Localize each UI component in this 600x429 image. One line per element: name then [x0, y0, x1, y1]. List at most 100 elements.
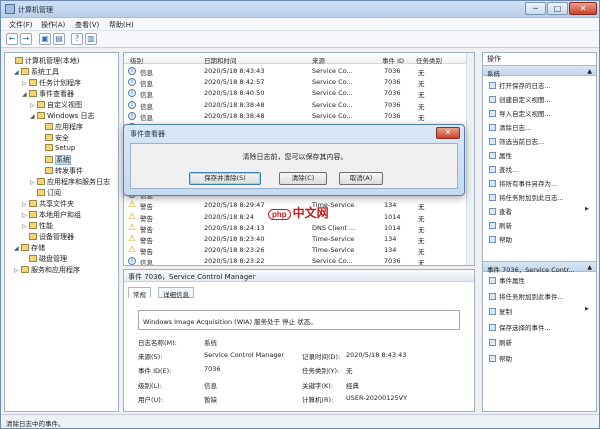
watermark-text: 中文网 [292, 206, 329, 220]
column-event-id[interactable]: 事件 ID [382, 55, 404, 65]
cell-date: 2020/5/18 8:29:47 [204, 201, 265, 210]
table-row[interactable]: i 信息 2020/5/18 8:38:48 Service Co... 7036 无 [124, 110, 466, 122]
table-row[interactable]: ⚠ 警告 2020/5/18 8:23:40 Time-Service 134 无 [124, 233, 466, 246]
field-key: 用户(U): [138, 396, 164, 404]
minimize-button[interactable]: ─ [525, 2, 546, 15]
actions-section-system[interactable]: 系统 ▲ [483, 65, 596, 78]
dialog-body: 清除日志前，您可以保存其内容。 保存并清除(S) 清除(C) 取消(A) [130, 143, 458, 189]
action-item[interactable]: 刷新 [489, 220, 512, 230]
tree-item[interactable]: 转发事件 [38, 166, 83, 176]
tree-item[interactable]: 应用程序 [38, 122, 83, 132]
tree-item[interactable]: ▷ 应用程序和服务日志 [30, 177, 110, 187]
action-item[interactable]: 导入自定义视图... [489, 108, 551, 118]
view-icon[interactable]: ▤ [53, 33, 65, 45]
menu-view[interactable]: 查看(V) [75, 20, 99, 30]
save-and-clear-button[interactable]: 保存并清除(S) [189, 172, 261, 185]
tree-item[interactable]: 订阅 [30, 188, 61, 198]
action-item[interactable]: 查找... [489, 164, 518, 174]
tree-item[interactable]: 安全 [38, 133, 69, 143]
table-row[interactable]: i 信息 2020/5/18 8:42:57 Service Co... 7036 无 [124, 76, 466, 88]
action-item[interactable]: 将所有事件另存为... [489, 178, 557, 188]
menu-file[interactable]: 文件(F) [9, 20, 33, 30]
tab-general[interactable]: 常规 [128, 287, 151, 299]
cell-id: 1014 [384, 223, 401, 232]
tree-item[interactable]: ▷ 任务计划程序 [22, 78, 81, 88]
storage-icon [21, 244, 29, 251]
column-source[interactable]: 来源 [312, 55, 325, 65]
cancel-button[interactable]: 取消(A) [339, 172, 383, 185]
action-icon [489, 138, 496, 145]
actions-section-event[interactable]: 事件 7036，Service Contr... ▲ [483, 261, 596, 274]
tree-item[interactable]: 计算机管理(本地) [8, 56, 79, 66]
tree-item[interactable]: ▷ 本地用户和组 [22, 210, 81, 220]
action-item[interactable]: 查看 ▶ [489, 206, 589, 216]
tree-item[interactable]: ◢ 事件查看器 [22, 89, 74, 99]
action-item[interactable]: 帮助 [489, 234, 512, 244]
menu-help[interactable]: 帮助(H) [109, 20, 134, 30]
action-item[interactable]: 保存选择的事件... [489, 322, 551, 332]
tree-item[interactable]: ◢ 存储 [14, 243, 45, 253]
action-item[interactable]: 属性 [489, 150, 512, 160]
back-icon[interactable]: ← [6, 33, 18, 45]
action-item[interactable]: 将任务附加到此日志... [489, 192, 564, 202]
action-icon [489, 292, 496, 300]
info-icon: i [128, 111, 136, 120]
tree-item[interactable]: Setup [38, 144, 75, 152]
info-icon: i [128, 100, 136, 109]
help-icon[interactable]: ? [71, 33, 83, 45]
tree-item-system-log[interactable]: 系统 [38, 155, 71, 165]
action-item[interactable]: 清除日志... [489, 122, 531, 132]
tree-item[interactable]: ▷ 自定义视图 [30, 100, 82, 110]
column-level[interactable]: 级别 [130, 55, 143, 65]
tree-item[interactable]: ◢ 系统工具 [14, 67, 59, 77]
field-key: 计算机(R): [302, 396, 334, 404]
tree-item[interactable]: ▷ 服务和应用程序 [14, 265, 80, 275]
table-row[interactable]: i 信息 2020/5/18 8:23:22 Service Co... 7036 无 [124, 255, 466, 266]
action-item[interactable]: 刷新 [489, 337, 512, 347]
table-row[interactable]: ⚠ 警告 2020/5/18 8:24:13 DNS Client ... 1014 无 [124, 222, 466, 234]
table-row[interactable]: i 信息 2020/5/18 8:38:48 Service Co... 7036 无 [124, 99, 466, 111]
console-tree-icon[interactable]: ▣ [39, 33, 51, 45]
clear-button[interactable]: 清除(C) [279, 172, 327, 185]
column-task[interactable]: 任务类别 [416, 55, 442, 65]
disk-icon [29, 255, 37, 262]
action-pane-icon[interactable]: ▥ [85, 33, 97, 45]
collapse-icon: ▲ [587, 68, 592, 75]
table-row[interactable]: i 信息 2020/5/18 8:40:50 Service Co... 7036 无 [124, 87, 466, 99]
cell-source: Time-Service [312, 246, 355, 255]
action-item[interactable]: 将任务附加到此事件... [489, 291, 564, 301]
list-scrollbar[interactable] [466, 53, 474, 265]
cell-date: 2020/5/18 8:23:40 [204, 235, 265, 243]
users-icon [29, 211, 37, 218]
field-key: 事件 ID(E): [138, 367, 172, 375]
table-row[interactable]: ⚠ 警告 2020/5/18 8:23:26 Time-Service 134 无 [124, 244, 466, 257]
action-item[interactable]: 复制 ▶ [489, 306, 589, 316]
menu-action[interactable]: 操作(A) [41, 20, 65, 30]
action-icon [489, 277, 496, 284]
action-icon [489, 110, 496, 117]
column-date[interactable]: 日期和时间 [204, 55, 237, 65]
close-button[interactable]: ✕ [569, 2, 597, 15]
tree-item[interactable]: 磁盘管理 [22, 254, 67, 264]
cell-level: 信息 [140, 259, 153, 266]
tree-item[interactable]: ▷ 性能 [22, 221, 53, 231]
cell-id: 134 [384, 235, 397, 243]
device-manager-icon [29, 233, 37, 240]
forward-icon[interactable]: → [20, 33, 32, 45]
maximize-button[interactable]: □ [547, 2, 568, 15]
tree-item[interactable]: 设备管理器 [22, 232, 74, 242]
action-item[interactable]: 事件属性 [489, 275, 525, 285]
action-item[interactable]: 创建自定义视图... [489, 94, 551, 104]
tree-item[interactable]: ▷ 共享文件夹 [22, 199, 74, 209]
action-icon [489, 354, 496, 362]
table-row[interactable]: i 信息 2020/5/18 8:43:43 Service Co... 7036 无 [124, 65, 466, 77]
info-icon: i [128, 89, 136, 98]
title-bar: 计算机管理 ─ □ ✕ [1, 1, 599, 18]
tree-item[interactable]: ◢ Windows 日志 [30, 111, 94, 121]
action-item[interactable]: 筛选当前日志... [489, 136, 544, 146]
action-item[interactable]: 帮助 [489, 353, 512, 363]
dialog-close-button[interactable]: ✕ [436, 127, 460, 139]
cell-date: 2020/5/18 8:38:48 [204, 100, 265, 109]
action-item[interactable]: 打开保存的日志... [489, 80, 551, 90]
tab-details[interactable]: 详细信息 [158, 287, 194, 299]
